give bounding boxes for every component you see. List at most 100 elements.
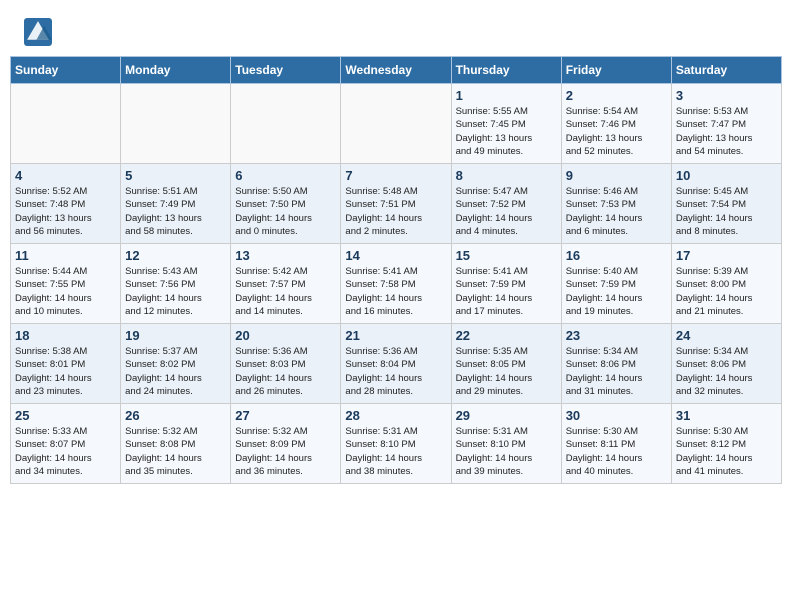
day-number: 9: [566, 168, 667, 183]
week-row-3: 11Sunrise: 5:44 AM Sunset: 7:55 PM Dayli…: [11, 244, 782, 324]
day-cell: 29Sunrise: 5:31 AM Sunset: 8:10 PM Dayli…: [451, 404, 561, 484]
day-number: 6: [235, 168, 336, 183]
day-cell: [231, 84, 341, 164]
day-number: 2: [566, 88, 667, 103]
day-cell: 2 Sunrise: 5:54 AM Sunset: 7:46 PM Daylig…: [561, 84, 671, 164]
day-number: 21: [345, 328, 446, 343]
day-cell: 8 Sunrise: 5:47 AM Sunset: 7:52 PM Daylig…: [451, 164, 561, 244]
logo-icon: [24, 18, 52, 46]
calendar-body: 1Sunrise: 5:55 AM Sunset: 7:45 PM Daylig…: [11, 84, 782, 484]
day-number: 20: [235, 328, 336, 343]
day-number: 8: [456, 168, 557, 183]
day-number: 10: [676, 168, 777, 183]
day-number: 24: [676, 328, 777, 343]
day-cell: 19 Sunrise: 5:37 AM Sunset: 8:02 PM Dayli…: [121, 324, 231, 404]
day-cell: 10 Sunrise: 5:45 AM Sunset: 7:54 PM Dayli…: [671, 164, 781, 244]
weekday-header-monday: Monday: [121, 57, 231, 84]
day-info: Sunrise: 5:44 AM Sunset: 7:55 PM Dayligh…: [15, 265, 116, 318]
day-number: 23: [566, 328, 667, 343]
day-info: Sunrise: 5:54 AM Sunset: 7:46 PM Dayligh…: [566, 105, 667, 158]
day-info: Sunrise: 5:51 AM Sunset: 7:49 PM Dayligh…: [125, 185, 226, 238]
weekday-header-sunday: Sunday: [11, 57, 121, 84]
day-info: Sunrise: 5:42 AM Sunset: 7:57 PM Dayligh…: [235, 265, 336, 318]
day-cell: 5 Sunrise: 5:51 AM Sunset: 7:49 PM Daylig…: [121, 164, 231, 244]
day-cell: [11, 84, 121, 164]
day-cell: [121, 84, 231, 164]
day-info: Sunrise: 5:50 AM Sunset: 7:50 PM Dayligh…: [235, 185, 336, 238]
calendar-table: SundayMondayTuesdayWednesdayThursdayFrid…: [10, 56, 782, 484]
weekday-header-wednesday: Wednesday: [341, 57, 451, 84]
day-cell: 20 Sunrise: 5:36 AM Sunset: 8:03 PM Dayli…: [231, 324, 341, 404]
day-cell: 25Sunrise: 5:33 AM Sunset: 8:07 PM Dayli…: [11, 404, 121, 484]
day-number: 16: [566, 248, 667, 263]
day-number: 27: [235, 408, 336, 423]
week-row-2: 4Sunrise: 5:52 AM Sunset: 7:48 PM Daylig…: [11, 164, 782, 244]
day-number: 12: [125, 248, 226, 263]
weekday-header-friday: Friday: [561, 57, 671, 84]
day-cell: 18Sunrise: 5:38 AM Sunset: 8:01 PM Dayli…: [11, 324, 121, 404]
day-cell: 23 Sunrise: 5:34 AM Sunset: 8:06 PM Dayli…: [561, 324, 671, 404]
day-number: 30: [566, 408, 667, 423]
week-row-4: 18Sunrise: 5:38 AM Sunset: 8:01 PM Dayli…: [11, 324, 782, 404]
day-cell: 31 Sunrise: 5:30 AM Sunset: 8:12 PM Dayli…: [671, 404, 781, 484]
day-number: 22: [456, 328, 557, 343]
day-info: Sunrise: 5:34 AM Sunset: 8:06 PM Dayligh…: [566, 345, 667, 398]
day-info: Sunrise: 5:32 AM Sunset: 8:09 PM Dayligh…: [235, 425, 336, 478]
day-cell: 4Sunrise: 5:52 AM Sunset: 7:48 PM Daylig…: [11, 164, 121, 244]
day-cell: 22 Sunrise: 5:35 AM Sunset: 8:05 PM Dayli…: [451, 324, 561, 404]
day-number: 31: [676, 408, 777, 423]
weekday-header-tuesday: Tuesday: [231, 57, 341, 84]
day-number: 5: [125, 168, 226, 183]
day-cell: 7 Sunrise: 5:48 AM Sunset: 7:51 PM Daylig…: [341, 164, 451, 244]
day-info: Sunrise: 5:41 AM Sunset: 7:58 PM Dayligh…: [345, 265, 446, 318]
day-cell: 26 Sunrise: 5:32 AM Sunset: 8:08 PM Dayli…: [121, 404, 231, 484]
day-info: Sunrise: 5:36 AM Sunset: 8:03 PM Dayligh…: [235, 345, 336, 398]
day-info: Sunrise: 5:30 AM Sunset: 8:11 PM Dayligh…: [566, 425, 667, 478]
day-cell: 1Sunrise: 5:55 AM Sunset: 7:45 PM Daylig…: [451, 84, 561, 164]
day-number: 19: [125, 328, 226, 343]
day-number: 15: [456, 248, 557, 263]
day-info: Sunrise: 5:34 AM Sunset: 8:06 PM Dayligh…: [676, 345, 777, 398]
day-cell: 13 Sunrise: 5:42 AM Sunset: 7:57 PM Dayli…: [231, 244, 341, 324]
day-number: 7: [345, 168, 446, 183]
logo: [24, 18, 54, 46]
weekday-header-saturday: Saturday: [671, 57, 781, 84]
day-number: 29: [456, 408, 557, 423]
day-number: 17: [676, 248, 777, 263]
day-cell: 17 Sunrise: 5:39 AM Sunset: 8:00 PM Dayli…: [671, 244, 781, 324]
day-cell: 14Sunrise: 5:41 AM Sunset: 7:58 PM Dayli…: [341, 244, 451, 324]
day-info: Sunrise: 5:36 AM Sunset: 8:04 PM Dayligh…: [345, 345, 446, 398]
day-info: Sunrise: 5:30 AM Sunset: 8:12 PM Dayligh…: [676, 425, 777, 478]
day-cell: 3 Sunrise: 5:53 AM Sunset: 7:47 PM Daylig…: [671, 84, 781, 164]
page-header: [0, 0, 792, 56]
day-info: Sunrise: 5:48 AM Sunset: 7:51 PM Dayligh…: [345, 185, 446, 238]
day-info: Sunrise: 5:31 AM Sunset: 8:10 PM Dayligh…: [345, 425, 446, 478]
day-info: Sunrise: 5:46 AM Sunset: 7:53 PM Dayligh…: [566, 185, 667, 238]
day-info: Sunrise: 5:39 AM Sunset: 8:00 PM Dayligh…: [676, 265, 777, 318]
day-cell: 27 Sunrise: 5:32 AM Sunset: 8:09 PM Dayli…: [231, 404, 341, 484]
day-info: Sunrise: 5:38 AM Sunset: 8:01 PM Dayligh…: [15, 345, 116, 398]
day-number: 26: [125, 408, 226, 423]
day-number: 13: [235, 248, 336, 263]
day-cell: 28Sunrise: 5:31 AM Sunset: 8:10 PM Dayli…: [341, 404, 451, 484]
day-info: Sunrise: 5:47 AM Sunset: 7:52 PM Dayligh…: [456, 185, 557, 238]
day-info: Sunrise: 5:55 AM Sunset: 7:45 PM Dayligh…: [456, 105, 557, 158]
day-cell: 30 Sunrise: 5:30 AM Sunset: 8:11 PM Dayli…: [561, 404, 671, 484]
day-info: Sunrise: 5:45 AM Sunset: 7:54 PM Dayligh…: [676, 185, 777, 238]
day-cell: 15Sunrise: 5:41 AM Sunset: 7:59 PM Dayli…: [451, 244, 561, 324]
day-cell: 12Sunrise: 5:43 AM Sunset: 7:56 PM Dayli…: [121, 244, 231, 324]
day-number: 3: [676, 88, 777, 103]
day-cell: 16 Sunrise: 5:40 AM Sunset: 7:59 PM Dayli…: [561, 244, 671, 324]
calendar-header: SundayMondayTuesdayWednesdayThursdayFrid…: [11, 57, 782, 84]
day-cell: 9 Sunrise: 5:46 AM Sunset: 7:53 PM Daylig…: [561, 164, 671, 244]
day-info: Sunrise: 5:32 AM Sunset: 8:08 PM Dayligh…: [125, 425, 226, 478]
day-info: Sunrise: 5:35 AM Sunset: 8:05 PM Dayligh…: [456, 345, 557, 398]
weekday-row: SundayMondayTuesdayWednesdayThursdayFrid…: [11, 57, 782, 84]
day-cell: 6 Sunrise: 5:50 AM Sunset: 7:50 PM Daylig…: [231, 164, 341, 244]
day-cell: 11Sunrise: 5:44 AM Sunset: 7:55 PM Dayli…: [11, 244, 121, 324]
day-info: Sunrise: 5:40 AM Sunset: 7:59 PM Dayligh…: [566, 265, 667, 318]
day-info: Sunrise: 5:37 AM Sunset: 8:02 PM Dayligh…: [125, 345, 226, 398]
day-info: Sunrise: 5:53 AM Sunset: 7:47 PM Dayligh…: [676, 105, 777, 158]
day-number: 4: [15, 168, 116, 183]
week-row-1: 1Sunrise: 5:55 AM Sunset: 7:45 PM Daylig…: [11, 84, 782, 164]
